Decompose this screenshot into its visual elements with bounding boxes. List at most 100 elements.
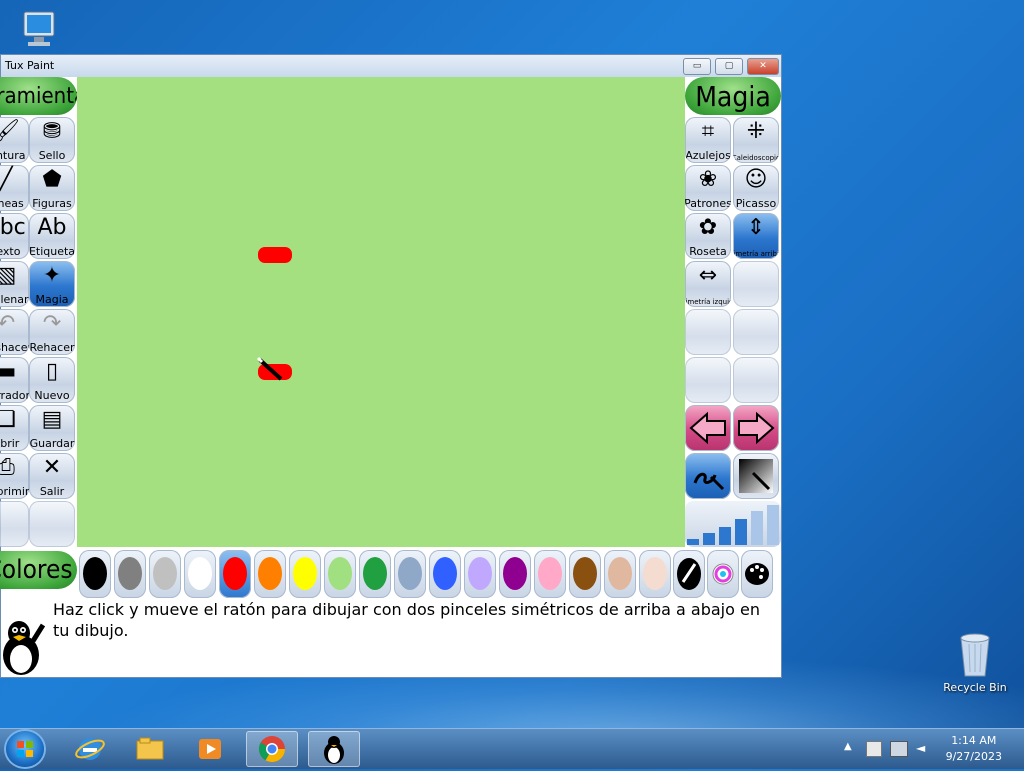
color-swatch[interactable] (359, 550, 391, 598)
tool-redo-button[interactable]: ↷ Rehacer (29, 309, 75, 355)
tool-label: Deshacer (0, 341, 29, 354)
color-swatch[interactable] (219, 550, 251, 598)
tux-paint-window: Tux Paint ▭ ▢ ✕ Herramientas 🖌 Pintura ⛃ Se… (0, 54, 782, 678)
magic-tool-label: Azulejos (685, 149, 731, 162)
tool-brush-button[interactable]: 🖌 Pintura (0, 117, 29, 163)
lines-icon: ╱ (0, 167, 13, 192)
shapes-icon: ⬟ (42, 167, 62, 192)
tool-label: Rehacer (29, 341, 75, 354)
drawing-canvas[interactable] (77, 77, 685, 547)
media-player-icon (199, 739, 221, 759)
taskbar-ie[interactable] (64, 731, 116, 767)
symmetry-updown-icon: ⇕ (746, 215, 766, 240)
computer-desktop-icon[interactable] (14, 8, 64, 55)
tool-label: Etiqueta (29, 245, 75, 258)
color-swatch[interactable] (149, 550, 181, 598)
tool-label: Borrador (0, 389, 29, 402)
magic-tool-label: Simetría arriba/abajo (733, 250, 779, 258)
color-dot (433, 557, 457, 590)
window-titlebar[interactable]: Tux Paint ▭ ▢ ✕ (1, 55, 781, 77)
size-selector[interactable] (685, 501, 781, 547)
maximize-button[interactable]: ▢ (715, 58, 743, 75)
color-swatch[interactable] (114, 550, 146, 598)
magic-kaleidoscope-button[interactable]: ⁜ Caleidoscopio (733, 117, 779, 163)
magic-prev-button[interactable] (685, 405, 731, 451)
color-swatch[interactable] (429, 550, 461, 598)
empty-magic-slot (685, 309, 731, 355)
color-swatch[interactable] (394, 550, 426, 598)
color-swatch[interactable] (324, 550, 356, 598)
clock-date: 9/27/2023 (945, 750, 1002, 763)
tool-label-button[interactable]: Ab Etiqueta (29, 213, 75, 259)
empty-magic-slot (685, 357, 731, 403)
tool-save-button[interactable]: ▤ Guardar (29, 405, 75, 451)
folder-icon (136, 737, 164, 760)
tool-quit-button[interactable]: ✕ Salir (29, 453, 75, 499)
gradient-wand-icon (739, 459, 773, 493)
color-swatch[interactable] (569, 550, 601, 598)
color-dot (153, 557, 177, 590)
tool-new-button[interactable]: ▯ Nuevo (29, 357, 75, 403)
tool-print-button[interactable]: ⎙ Imprimir (0, 453, 29, 499)
tool-eraser-button[interactable]: ▬ Borrador (0, 357, 29, 403)
tool-open-button[interactable]: ❏ Abrir (0, 405, 29, 451)
tool-label: Nuevo (34, 389, 70, 402)
paint-mode-button[interactable] (685, 453, 731, 499)
color-dot (293, 557, 317, 590)
recycle-bin-desktop-icon[interactable]: Recycle Bin (940, 630, 1010, 694)
close-button[interactable]: ✕ (747, 58, 779, 75)
redo-icon: ↷ (42, 311, 62, 336)
tray-volume-icon[interactable]: ◄ (916, 741, 930, 755)
tux-paint-taskbar-icon (324, 736, 344, 764)
tool-stamp-button[interactable]: ⛃ Sello (29, 117, 75, 163)
picasso-icon: ☺ (744, 167, 768, 192)
tool-text-button[interactable]: abc Texto (0, 213, 29, 259)
tool-label: Magia (35, 293, 69, 306)
taskbar-clock[interactable]: 1:14 AM 9/27/2023 (946, 733, 1002, 765)
recycle-bin-label: Recycle Bin (943, 681, 1007, 694)
color-swatch[interactable] (639, 550, 671, 598)
magic-symmetry-leftright-button[interactable]: ⇔ Simetría izquierda/derecha (685, 261, 731, 307)
tool-lines-button[interactable]: ╱ Líneas (0, 165, 29, 211)
magic-rosette-button[interactable]: ✿ Roseta (685, 213, 731, 259)
empty-tool-slot (0, 501, 29, 547)
tray-show-hidden[interactable]: ▲ (844, 741, 852, 752)
tray-flag-icon[interactable] (866, 741, 882, 757)
color-swatch[interactable] (79, 550, 111, 598)
tool-fill-button[interactable]: ▧ Rellenar (0, 261, 29, 307)
quit-icon: ✕ (42, 455, 62, 480)
taskbar-tux-paint[interactable] (308, 731, 360, 767)
taskbar-media-player[interactable] (184, 731, 236, 767)
color-dot (188, 557, 212, 590)
taskbar-chrome[interactable] (246, 731, 298, 767)
start-button[interactable] (6, 731, 44, 767)
magic-next-button[interactable] (733, 405, 779, 451)
color-swatch[interactable] (499, 550, 531, 598)
window-title: Tux Paint (5, 59, 55, 72)
minimize-button[interactable]: ▭ (683, 58, 711, 75)
magic-patterns-button[interactable]: ❀ Patrones (685, 165, 731, 211)
color-swatch[interactable] (289, 550, 321, 598)
color-swatch[interactable] (254, 550, 286, 598)
tiles-icon: ⌗ (701, 119, 715, 144)
fullscreen-mode-button[interactable] (733, 453, 779, 499)
color-swatch[interactable] (534, 550, 566, 598)
tool-label: Abrir (0, 437, 20, 450)
tool-magic-button[interactable]: ✦ Magia (29, 261, 75, 307)
empty-magic-slot (733, 309, 779, 355)
taskbar-explorer[interactable] (124, 731, 176, 767)
color-swatch[interactable] (464, 550, 496, 598)
color-wheel-button[interactable] (707, 550, 739, 598)
print-icon: ⎙ (0, 455, 15, 480)
color-swatch[interactable] (604, 550, 636, 598)
color-picker-button[interactable] (673, 550, 705, 598)
tray-network-icon[interactable] (890, 741, 908, 757)
tool-shapes-button[interactable]: ⬟ Figuras (29, 165, 75, 211)
color-swatch[interactable] (184, 550, 216, 598)
magic-tiles-button[interactable]: ⌗ Azulejos (685, 117, 731, 163)
palette-button[interactable] (741, 550, 773, 598)
magic-picasso-button[interactable]: ☺ Picasso (733, 165, 779, 211)
magic-symmetry-updown-button[interactable]: ⇕ Simetría arriba/abajo (733, 213, 779, 259)
tool-undo-button[interactable]: ↶ Deshacer (0, 309, 29, 355)
tool-label: Imprimir (0, 485, 29, 498)
